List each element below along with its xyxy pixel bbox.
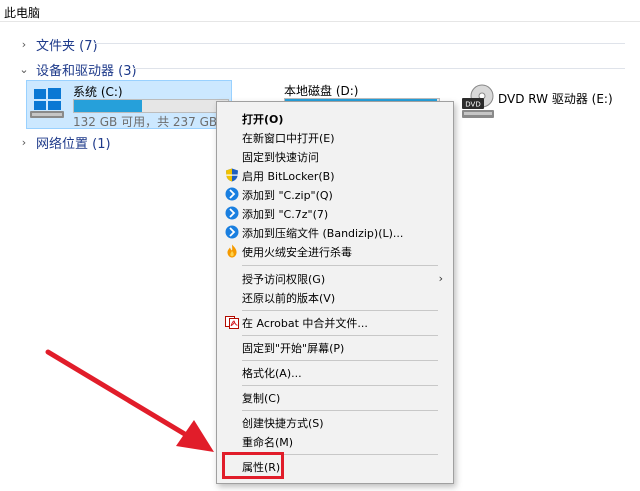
menu-item-open[interactable]: 打开(O) xyxy=(217,109,453,128)
huorong-icon xyxy=(227,244,237,258)
menu-item-bitlocker[interactable]: 启用 BitLocker(B) xyxy=(217,166,453,185)
bandizip-icon xyxy=(225,225,239,239)
chevron-right-icon: › xyxy=(438,272,443,285)
menu-item-format[interactable]: 格式化(A)... xyxy=(217,363,453,382)
menu-item-label: 重命名(M) xyxy=(242,435,294,449)
menu-item-create-shortcut[interactable]: 创建快捷方式(S) xyxy=(217,413,453,432)
menu-separator xyxy=(242,265,438,266)
menu-item-add-zip[interactable]: 添加到 "C.zip"(Q) xyxy=(217,185,453,204)
menu-item-pin-quick-access[interactable]: 固定到快速访问 xyxy=(217,147,453,166)
properties-highlight-box xyxy=(222,452,284,479)
menu-item-copy[interactable]: 复制(C) xyxy=(217,388,453,407)
menu-item-open-new-window[interactable]: 在新窗口中打开(E) xyxy=(217,128,453,147)
bandizip-icon xyxy=(225,206,239,220)
menu-item-label: 使用火绒安全进行杀毒 xyxy=(242,245,352,259)
menu-separator xyxy=(242,335,438,336)
menu-separator xyxy=(242,310,438,311)
menu-item-add-archive[interactable]: 添加到压缩文件 (Bandizip)(L)... xyxy=(217,223,453,242)
menu-separator xyxy=(242,360,438,361)
menu-item-label: 创建快捷方式(S) xyxy=(242,416,324,430)
menu-separator xyxy=(242,410,438,411)
menu-item-label: 还原以前的版本(V) xyxy=(242,291,336,305)
context-menu: 打开(O) 在新窗口中打开(E) 固定到快速访问 启用 BitLocker(B)… xyxy=(216,101,454,484)
menu-item-label: 在 Acrobat 中合并文件... xyxy=(242,316,368,330)
menu-item-label: 添加到压缩文件 (Bandizip)(L)... xyxy=(242,226,404,240)
menu-item-label: 固定到"开始"屏幕(P) xyxy=(242,341,345,355)
menu-item-label: 打开(O) xyxy=(242,112,284,126)
menu-item-label: 在新窗口中打开(E) xyxy=(242,131,335,145)
menu-item-label: 启用 BitLocker(B) xyxy=(242,169,335,183)
menu-item-label: 授予访问权限(G) xyxy=(242,272,326,286)
menu-item-label: 格式化(A)... xyxy=(242,366,302,380)
menu-item-label: 固定到快速访问 xyxy=(242,150,319,164)
acrobat-icon xyxy=(225,316,239,329)
menu-item-acrobat-combine[interactable]: 在 Acrobat 中合并文件... xyxy=(217,313,453,332)
menu-item-label: 添加到 "C.zip"(Q) xyxy=(242,188,333,202)
menu-item-huorong-scan[interactable]: 使用火绒安全进行杀毒 xyxy=(217,242,453,261)
bandizip-icon xyxy=(225,187,239,201)
menu-item-rename[interactable]: 重命名(M) xyxy=(217,432,453,451)
menu-item-add-7z[interactable]: 添加到 "C.7z"(7) xyxy=(217,204,453,223)
menu-item-grant-access[interactable]: 授予访问权限(G) › xyxy=(217,269,453,288)
menu-item-label: 添加到 "C.7z"(7) xyxy=(242,207,329,221)
shield-icon xyxy=(226,168,238,182)
menu-item-restore-versions[interactable]: 还原以前的版本(V) xyxy=(217,288,453,307)
menu-item-pin-start[interactable]: 固定到"开始"屏幕(P) xyxy=(217,338,453,357)
menu-item-label: 复制(C) xyxy=(242,391,281,405)
menu-separator xyxy=(242,385,438,386)
